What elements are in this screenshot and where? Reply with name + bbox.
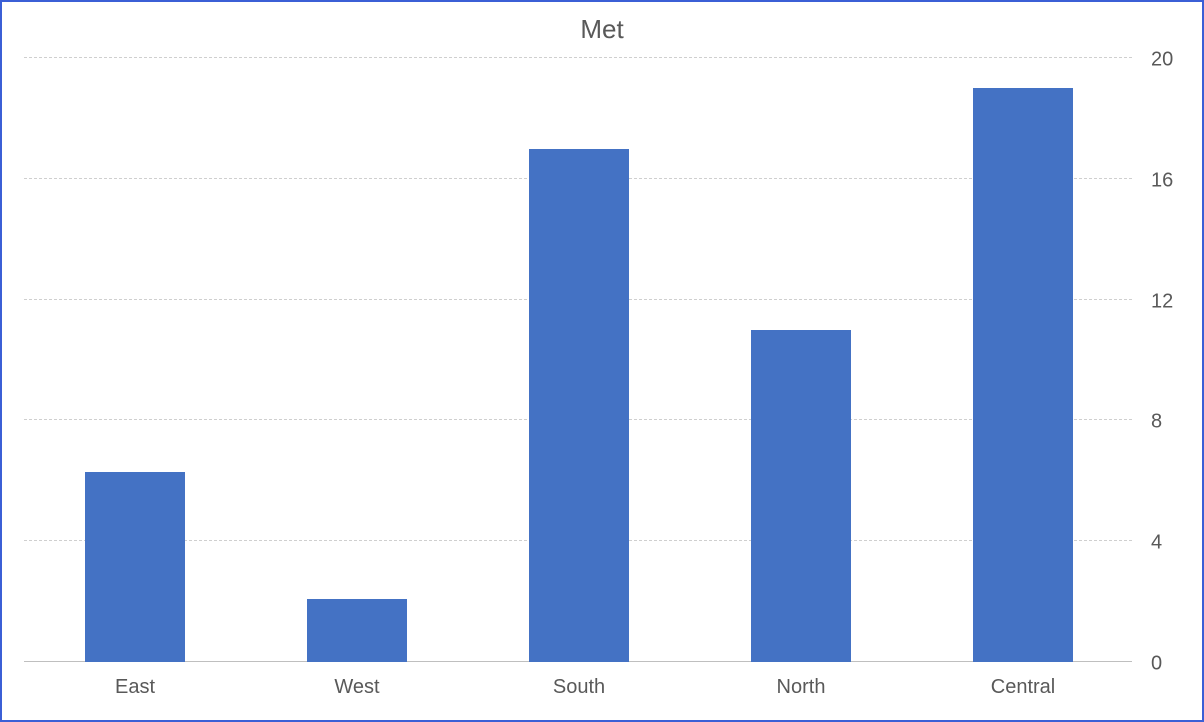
plot-area [24, 60, 1132, 662]
y-tick-label: 4 [1151, 532, 1162, 555]
y-tick-label: 16 [1151, 169, 1173, 192]
y-tick-label: 12 [1151, 290, 1173, 313]
bar [529, 149, 629, 662]
x-tick-label: West [334, 676, 379, 699]
bar [307, 599, 407, 662]
bar [751, 330, 851, 662]
gridline [24, 57, 1132, 58]
x-tick-label: Central [991, 676, 1055, 699]
chart-title: Met [2, 14, 1202, 45]
x-tick-label: North [777, 676, 826, 699]
bar [973, 88, 1073, 662]
bar [85, 472, 185, 662]
y-tick-label: 8 [1151, 411, 1162, 434]
y-tick-label: 20 [1151, 49, 1173, 72]
x-tick-label: East [115, 676, 155, 699]
y-tick-label: 0 [1151, 653, 1162, 676]
chart-frame: Met 0 4 8 12 16 20 East West South North Central [0, 0, 1204, 722]
x-tick-label: South [553, 676, 605, 699]
